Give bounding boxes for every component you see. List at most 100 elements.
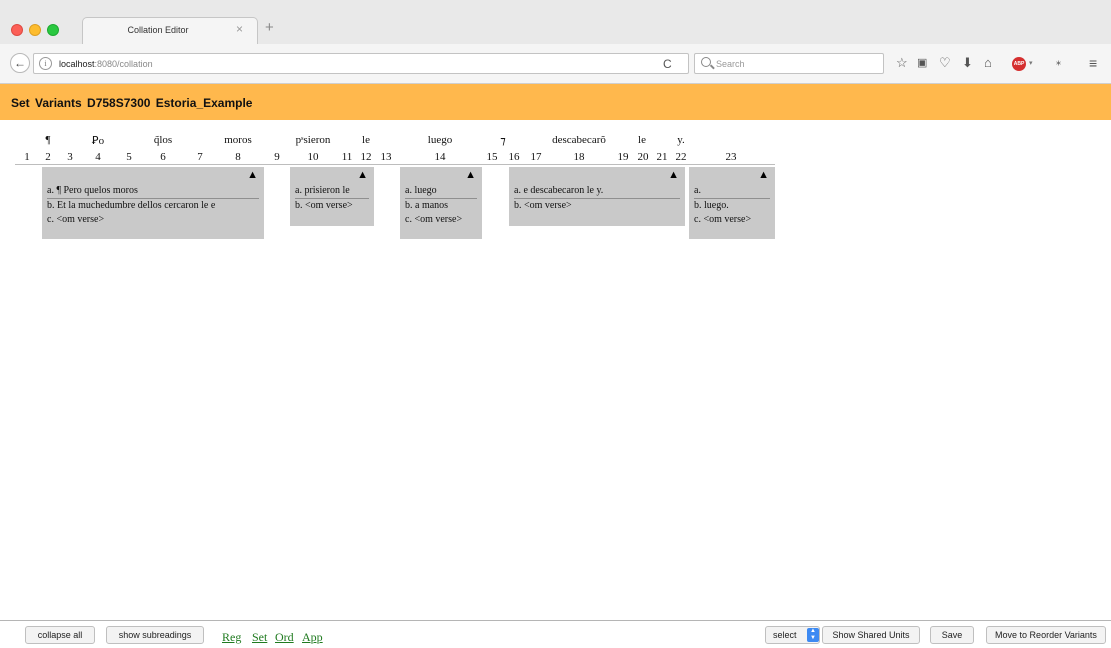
url-text[interactable]: localhost:8080/collation bbox=[59, 59, 153, 69]
column-number: 14 bbox=[434, 151, 446, 163]
adblock-menu-caret[interactable]: ▾ bbox=[1029, 59, 1033, 67]
show-subreadings-button[interactable]: show subreadings bbox=[106, 626, 204, 644]
collapse-triangle-icon[interactable]: ▲ bbox=[465, 169, 476, 181]
base-word[interactable]: descabecarõ bbox=[552, 134, 606, 146]
search-input[interactable]: Search bbox=[694, 53, 884, 74]
reading-a[interactable]: a. bbox=[694, 184, 770, 199]
link-reg[interactable]: Reg bbox=[222, 630, 241, 645]
base-word[interactable]: q̃los bbox=[154, 134, 172, 146]
reading-b[interactable]: b. <om verse> bbox=[514, 199, 680, 213]
reading-a[interactable]: a. luego bbox=[405, 184, 477, 199]
back-arrow-icon[interactable]: ← bbox=[10, 53, 30, 73]
reading-b[interactable]: b. Et la muchedumbre dellos cercaron le … bbox=[47, 199, 259, 213]
column-number: 20 bbox=[637, 151, 649, 163]
column-number: 11 bbox=[341, 151, 353, 163]
window-maximize-button[interactable] bbox=[47, 24, 59, 36]
reload-icon[interactable]: C bbox=[663, 57, 672, 71]
tab-title: Collation Editor bbox=[127, 25, 189, 35]
column-number: 13 bbox=[380, 151, 392, 163]
star-icon[interactable]: ☆ bbox=[896, 56, 908, 70]
save-button[interactable]: Save bbox=[930, 626, 974, 644]
base-word[interactable]: le bbox=[362, 134, 370, 146]
search-placeholder: Search bbox=[716, 59, 745, 69]
link-set[interactable]: Set bbox=[252, 630, 267, 645]
url-host: localhost bbox=[59, 59, 95, 69]
base-word[interactable]: Ꝑo bbox=[92, 134, 104, 147]
column-number: 19 bbox=[617, 151, 629, 163]
reading-a[interactable]: a. e descabecaron le y. bbox=[514, 184, 680, 199]
reading-c[interactable]: c. <om verse> bbox=[405, 213, 477, 227]
pocket-icon[interactable]: ♡ bbox=[939, 56, 951, 70]
base-word[interactable]: ⁊ bbox=[500, 134, 505, 147]
link-ord[interactable]: Ord bbox=[275, 630, 294, 645]
browser-nav-bar: ← i localhost:8080/collation C Search ☆ … bbox=[0, 44, 1111, 84]
base-word[interactable]: y. bbox=[677, 134, 685, 146]
footer-toolbar: collapse all show subreadings Reg Set Or… bbox=[0, 620, 1111, 648]
select-label: select bbox=[773, 630, 797, 640]
collapse-triangle-icon[interactable]: ▲ bbox=[668, 169, 679, 181]
reading-b[interactable]: b. luego. bbox=[694, 199, 770, 213]
base-word[interactable]: moros bbox=[224, 134, 252, 146]
collapse-all-button[interactable]: collapse all bbox=[25, 626, 95, 644]
variant-unit[interactable]: ▲ a. b. luego. c. <om verse> bbox=[689, 167, 775, 239]
column-number: 23 bbox=[725, 151, 737, 163]
reading-a[interactable]: a. ¶ Pero quelos moros bbox=[47, 184, 259, 199]
unit-select-dropdown[interactable]: select ▲ ▼ bbox=[765, 626, 820, 644]
home-icon[interactable]: ⌂ bbox=[984, 56, 992, 70]
adblock-icon[interactable]: ABP bbox=[1012, 57, 1026, 71]
variant-unit[interactable]: ▲ a. e descabecaron le y. b. <om verse> bbox=[509, 167, 685, 226]
column-number: 1 bbox=[24, 151, 30, 163]
menu-icon[interactable]: ≡ bbox=[1089, 56, 1097, 70]
window-minimize-button[interactable] bbox=[29, 24, 41, 36]
reading-c[interactable]: c. <om verse> bbox=[694, 213, 770, 227]
base-word[interactable]: pˢsieron bbox=[296, 134, 331, 146]
info-icon[interactable]: i bbox=[39, 57, 52, 70]
variant-unit[interactable]: ▲ a. prisieron le b. <om verse> bbox=[290, 167, 374, 226]
download-icon[interactable]: ⬇ bbox=[962, 56, 973, 70]
column-number: 16 bbox=[508, 151, 520, 163]
column-number: 7 bbox=[197, 151, 203, 163]
new-tab-icon[interactable]: + bbox=[265, 19, 274, 36]
window-close-button[interactable] bbox=[11, 24, 23, 36]
variant-unit[interactable]: ▲ a. ¶ Pero quelos moros b. Et la muched… bbox=[42, 167, 264, 239]
column-number: 8 bbox=[235, 151, 241, 163]
collation-table: ¶ Ꝑo q̃los moros pˢsieron le luego ⁊ des… bbox=[0, 120, 1111, 600]
reading-list-icon[interactable]: ▣ bbox=[917, 56, 927, 70]
url-bar[interactable]: i localhost:8080/collation bbox=[33, 53, 689, 74]
move-to-reorder-variants-button[interactable]: Move to Reorder Variants bbox=[986, 626, 1106, 644]
reading-b[interactable]: b. <om verse> bbox=[295, 199, 369, 213]
variant-unit[interactable]: ▲ a. luego b. a manos c. <om verse> bbox=[400, 167, 482, 239]
base-text-divider bbox=[15, 164, 775, 165]
url-path: :8080/collation bbox=[94, 59, 153, 69]
search-icon bbox=[701, 57, 711, 67]
page-title: Set Variants D758S7300 Estoria_Example bbox=[11, 96, 253, 110]
collapse-triangle-icon[interactable]: ▲ bbox=[758, 169, 769, 181]
reading-a[interactable]: a. prisieron le bbox=[295, 184, 369, 199]
base-word[interactable]: le bbox=[638, 134, 646, 146]
column-number: 9 bbox=[274, 151, 280, 163]
show-shared-units-button[interactable]: Show Shared Units bbox=[822, 626, 920, 644]
browser-tab[interactable]: Collation Editor × bbox=[82, 17, 258, 44]
column-number: 10 bbox=[307, 151, 319, 163]
base-word[interactable]: ¶ bbox=[46, 134, 51, 146]
extension-icon[interactable]: ⁎ bbox=[1056, 56, 1061, 70]
collapse-triangle-icon[interactable]: ▲ bbox=[247, 169, 258, 181]
browser-tab-bar: Collation Editor × + bbox=[0, 0, 1111, 44]
column-number: 6 bbox=[160, 151, 166, 163]
column-number: 2 bbox=[45, 151, 51, 163]
reading-c[interactable]: c. <om verse> bbox=[47, 213, 259, 227]
tab-close-icon[interactable]: × bbox=[236, 22, 243, 36]
link-app[interactable]: App bbox=[302, 630, 323, 645]
column-number: 15 bbox=[486, 151, 498, 163]
reading-b[interactable]: b. a manos bbox=[405, 199, 477, 213]
app-header: Set Variants D758S7300 Estoria_Example bbox=[0, 84, 1111, 120]
column-number: 3 bbox=[67, 151, 73, 163]
column-number: 12 bbox=[360, 151, 372, 163]
column-number: 17 bbox=[530, 151, 542, 163]
column-number: 18 bbox=[573, 151, 585, 163]
dropdown-arrows-icon: ▲ ▼ bbox=[807, 628, 819, 642]
collapse-triangle-icon[interactable]: ▲ bbox=[357, 169, 368, 181]
column-number: 22 bbox=[675, 151, 687, 163]
base-word[interactable]: luego bbox=[428, 134, 452, 146]
column-number: 5 bbox=[126, 151, 132, 163]
